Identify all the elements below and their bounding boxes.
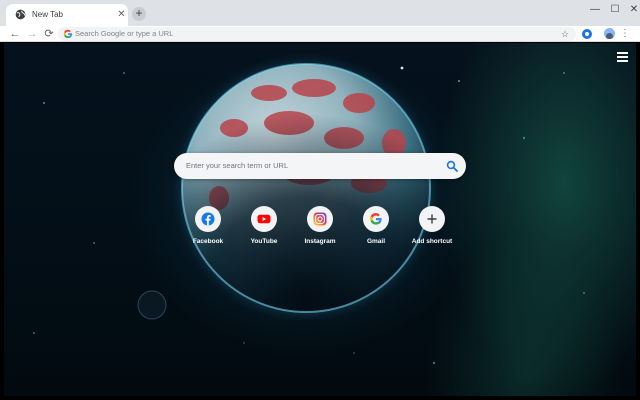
- close-window-button[interactable]: ✕: [627, 3, 640, 17]
- new-tab-page: Enter your search term or URL Facebook Y…: [4, 43, 636, 396]
- shortcut-instagram[interactable]: Instagram: [290, 206, 350, 250]
- plus-icon: [427, 214, 437, 224]
- shortcut-label: YouTube: [250, 238, 278, 245]
- shortcut-tile: [363, 206, 389, 232]
- shortcut-youtube[interactable]: YouTube: [234, 206, 294, 250]
- maximize-button[interactable]: ☐: [608, 3, 622, 17]
- youtube-icon: [257, 214, 271, 224]
- address-bar[interactable]: Search Google or type a URL ☆: [58, 27, 576, 41]
- shortcut-tile: [195, 206, 221, 232]
- hamburger-menu-icon[interactable]: [616, 50, 630, 62]
- shortcut-tile: [419, 206, 445, 232]
- google-g-icon: [63, 29, 72, 39]
- google-icon: [370, 213, 382, 225]
- search-input[interactable]: Enter your search term or URL: [174, 153, 466, 179]
- back-button[interactable]: ←: [8, 27, 22, 41]
- minimize-button[interactable]: —: [588, 3, 602, 17]
- tab-title: New Tab: [32, 10, 63, 19]
- add-shortcut-button[interactable]: Add shortcut: [402, 206, 462, 250]
- facebook-icon: [201, 212, 215, 226]
- shortcut-label: Facebook: [192, 238, 224, 245]
- tab-new-tab[interactable]: New Tab ✕: [6, 4, 128, 26]
- address-bar-placeholder: Search Google or type a URL: [75, 29, 174, 38]
- forward-button[interactable]: →: [25, 27, 39, 41]
- search-icon[interactable]: [446, 160, 458, 172]
- instagram-icon: [313, 212, 327, 226]
- shortcut-tile: [307, 206, 333, 232]
- shortcut-label: Instagram: [304, 238, 336, 245]
- shortcut-gmail[interactable]: Gmail: [346, 206, 406, 250]
- shortcut-facebook[interactable]: Facebook: [178, 206, 238, 250]
- globe-icon: [15, 9, 26, 20]
- reload-button[interactable]: ⟳: [42, 27, 56, 41]
- new-tab-button[interactable]: +: [132, 7, 146, 21]
- search-placeholder: Enter your search term or URL: [186, 161, 289, 170]
- profile-avatar[interactable]: [604, 28, 615, 39]
- shortcut-label: Gmail: [366, 238, 386, 245]
- chrome-menu-button[interactable]: ⋮: [620, 27, 630, 41]
- tab-strip: New Tab ✕ + — ☐ ✕: [0, 0, 640, 26]
- tab-close-icon[interactable]: ✕: [116, 9, 127, 20]
- bookmark-star-icon[interactable]: ☆: [561, 28, 569, 40]
- shortcut-tile: [251, 206, 277, 232]
- shortcut-label: Add shortcut: [411, 238, 453, 245]
- extension-icon[interactable]: [582, 29, 592, 39]
- browser-toolbar: ← → ⟳ Search Google or type a URL ☆ ⋮: [0, 26, 640, 42]
